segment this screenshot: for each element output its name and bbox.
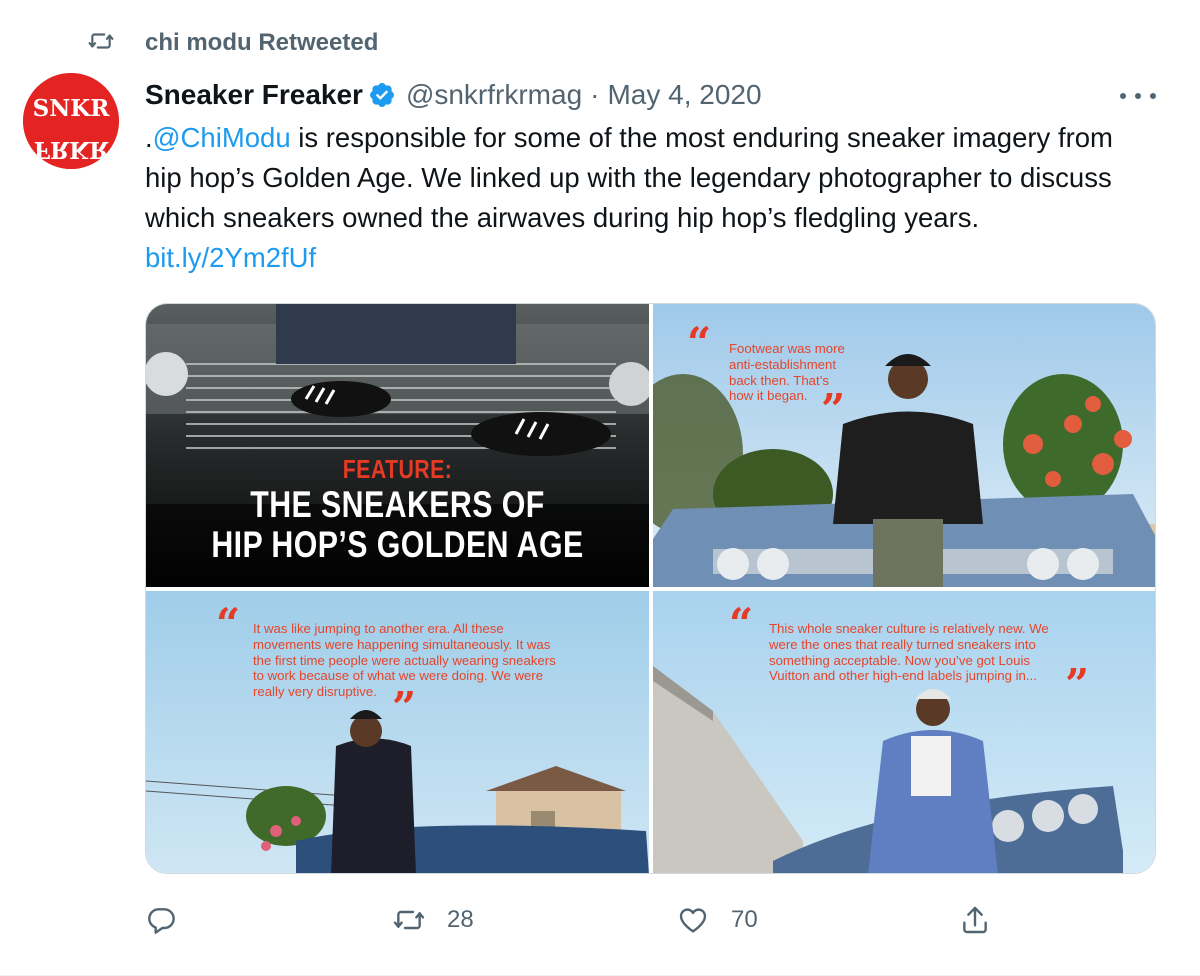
tweet-actions: 28 70 <box>145 898 1156 942</box>
feature-label: FEATURE: <box>342 454 453 484</box>
feature-title-line-2: HIP HOP’S GOLDEN AGE <box>211 524 584 565</box>
retweet-button[interactable]: 28 <box>393 898 474 942</box>
close-quote-mark: ” <box>392 683 417 732</box>
reply-button[interactable] <box>145 898 199 942</box>
share-icon <box>963 906 987 934</box>
quote-line: anti-establishment <box>729 356 837 372</box>
more-dot-icon <box>1150 93 1156 99</box>
avatar-text-top: SNKR <box>33 95 111 122</box>
retweet-count: 28 <box>447 906 474 933</box>
retweet-context-text[interactable]: chi modu Retweeted <box>145 29 378 57</box>
more-options-button[interactable] <box>1120 84 1156 108</box>
avatar-text-bottom: FRKR <box>34 136 109 163</box>
media-image-3[interactable]: “ It was like jumping to another era. Al… <box>146 591 649 873</box>
author-display-name[interactable]: Sneaker Freaker <box>145 79 363 111</box>
mention-link[interactable]: @ChiModu <box>153 122 291 153</box>
retweet-context-icon <box>86 28 116 59</box>
tweet-text-body: is responsible for some of the most endu… <box>145 122 1113 233</box>
open-quote-mark: “ <box>216 599 241 648</box>
media-image-4[interactable]: “ This whole sneaker culture is relative… <box>653 591 1155 873</box>
feature-title-line-1: THE SNEAKERS OF <box>250 484 545 525</box>
share-button[interactable] <box>959 898 991 942</box>
quote-line: movements were happening simultaneously.… <box>253 636 551 652</box>
like-count: 70 <box>731 906 758 933</box>
media-grid: FEATURE: THE SNEAKERS OF HIP HOP’S GOLDE… <box>145 303 1156 874</box>
quote-line: to work because of what we were doing. W… <box>253 668 544 684</box>
quote-text-4: This whole sneaker culture is relatively… <box>769 621 1049 684</box>
close-quote-mark: ” <box>1065 660 1090 709</box>
more-dot-icon <box>1135 93 1141 99</box>
open-quote-mark: “ <box>729 599 754 648</box>
url-link[interactable]: bit.ly/2Ym2fUf <box>145 242 316 273</box>
tweet-date[interactable]: May 4, 2020 <box>607 79 761 111</box>
quote-line: Vuitton and other high-end labels jumpin… <box>769 668 1037 684</box>
tweet-header: Sneaker Freaker @snkrfrkrmag · May 4, 20… <box>145 76 762 114</box>
tweet-text: .@ChiModu is responsible for some of the… <box>145 118 1155 278</box>
heart-icon <box>679 908 707 933</box>
tweet-article[interactable]: chi modu Retweeted SNKR FRKR Sneaker Fre… <box>0 0 1200 976</box>
quote-line: This whole sneaker culture is relatively… <box>769 621 1049 636</box>
author-handle[interactable]: @snkrfrkrmag <box>406 79 582 111</box>
quote-line: something acceptable. Now you’ve got Lou… <box>769 652 1030 668</box>
media-image-2[interactable]: “ Footwear was more anti-establishment b… <box>653 304 1155 587</box>
quote-line: Footwear was more <box>729 341 845 356</box>
quote-line: the first time people were actually wear… <box>253 652 556 668</box>
close-quote-mark: ” <box>821 385 846 434</box>
retweet-context: chi modu Retweeted <box>86 28 378 58</box>
reply-icon <box>148 908 175 934</box>
open-quote-mark: “ <box>687 318 712 367</box>
more-dot-icon <box>1120 93 1126 99</box>
quote-line: It was like jumping to another era. All … <box>253 621 504 636</box>
like-button[interactable]: 70 <box>677 898 758 942</box>
retweet-icon <box>393 910 425 930</box>
header-separator: · <box>590 79 600 110</box>
verified-badge-icon <box>369 83 394 107</box>
quote-line: were the ones that really turned sneaker… <box>769 636 1036 652</box>
avatar[interactable]: SNKR FRKR <box>23 73 119 169</box>
feature-headline: FEATURE: THE SNEAKERS OF HIP HOP’S GOLDE… <box>191 454 603 565</box>
tweet-text-prefix: . <box>145 122 153 153</box>
media-image-1[interactable]: FEATURE: THE SNEAKERS OF HIP HOP’S GOLDE… <box>146 304 649 587</box>
